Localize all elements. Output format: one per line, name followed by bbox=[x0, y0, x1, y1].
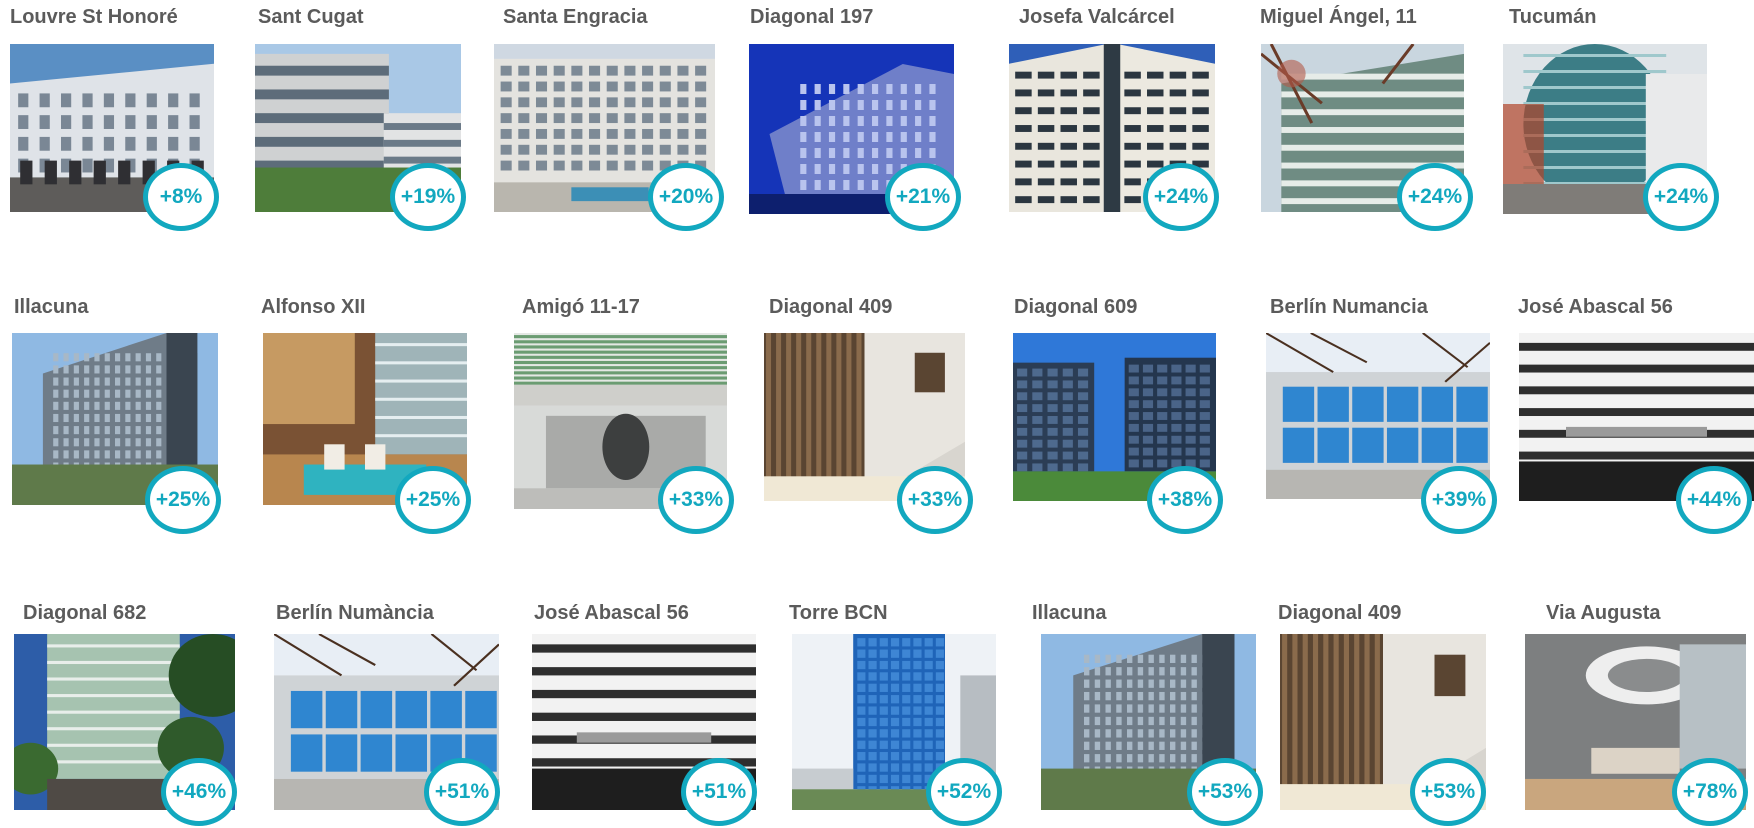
change-badge: +39% bbox=[1421, 466, 1497, 534]
change-badge: +53% bbox=[1410, 758, 1486, 826]
change-badge: +46% bbox=[161, 758, 237, 826]
property-name: Diagonal 609 bbox=[1014, 296, 1138, 318]
property-name: Torre BCN bbox=[789, 602, 888, 624]
property-name: Alfonso XII bbox=[261, 296, 366, 318]
change-badge: +19% bbox=[390, 163, 466, 231]
property-name: Diagonal 409 bbox=[769, 296, 893, 318]
property-name: Illacuna bbox=[14, 296, 89, 318]
change-badge: +24% bbox=[1643, 163, 1719, 231]
property-name: Diagonal 409 bbox=[1278, 602, 1402, 624]
change-badge: +33% bbox=[658, 466, 734, 534]
change-badge: +78% bbox=[1672, 758, 1748, 826]
property-name: Sant Cugat bbox=[258, 6, 364, 28]
property-name: Diagonal 197 bbox=[750, 6, 874, 28]
property-name: Berlín Numancia bbox=[1270, 296, 1428, 318]
property-name: Via Augusta bbox=[1546, 602, 1661, 624]
property-name: Louvre St Honoré bbox=[10, 6, 178, 28]
change-badge: +51% bbox=[681, 758, 757, 826]
property-name: Santa Engracia bbox=[503, 6, 648, 28]
property-name: José Abascal 56 bbox=[1518, 296, 1673, 318]
change-badge: +25% bbox=[145, 466, 221, 534]
change-badge: +44% bbox=[1676, 466, 1752, 534]
property-name: Tucumán bbox=[1509, 6, 1597, 28]
change-badge: +25% bbox=[395, 466, 471, 534]
change-badge: +38% bbox=[1147, 466, 1223, 534]
change-badge: +8% bbox=[143, 163, 219, 231]
property-name: Amigó 11-17 bbox=[522, 296, 640, 318]
change-badge: +21% bbox=[885, 163, 961, 231]
change-badge: +53% bbox=[1187, 758, 1263, 826]
change-badge: +24% bbox=[1397, 163, 1473, 231]
property-name: Miguel Ángel, 11 bbox=[1260, 6, 1417, 28]
change-badge: +20% bbox=[648, 163, 724, 231]
property-name: José Abascal 56 bbox=[534, 602, 689, 624]
change-badge: +24% bbox=[1143, 163, 1219, 231]
property-name: Berlín Numància bbox=[276, 602, 434, 624]
property-name: Josefa Valcárcel bbox=[1019, 6, 1175, 28]
property-name: Diagonal 682 bbox=[23, 602, 147, 624]
property-name: Illacuna bbox=[1032, 602, 1107, 624]
change-badge: +52% bbox=[926, 758, 1002, 826]
change-badge: +51% bbox=[424, 758, 500, 826]
change-badge: +33% bbox=[897, 466, 973, 534]
